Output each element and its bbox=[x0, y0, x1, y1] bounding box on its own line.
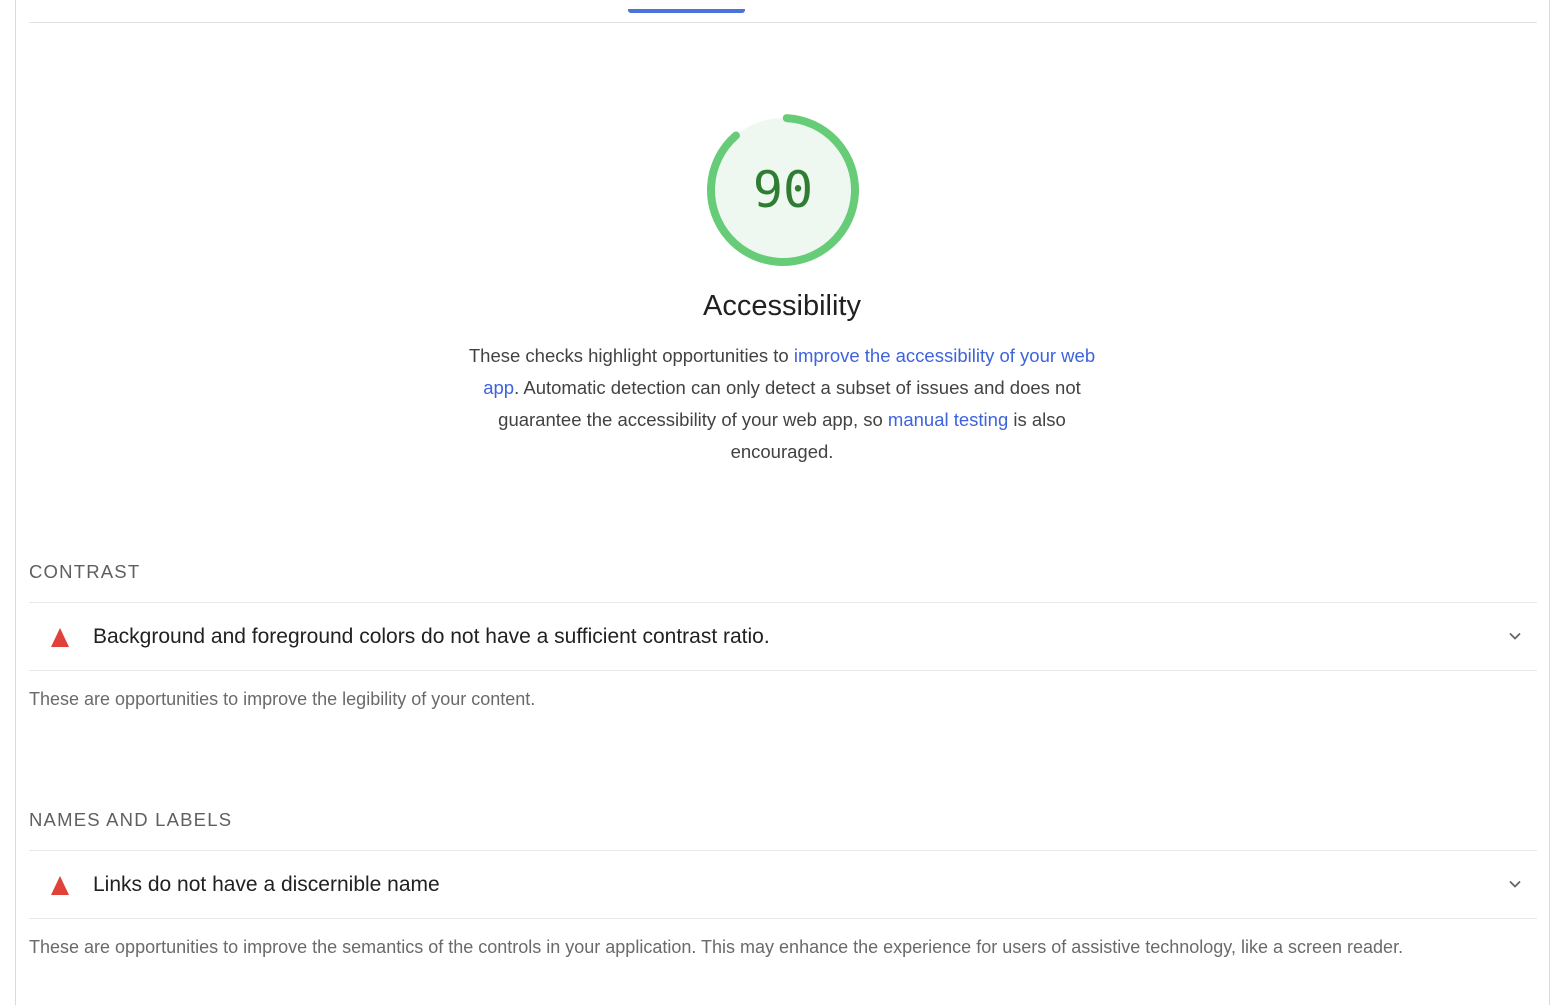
audit-link-name[interactable]: Links do not have a discernible name bbox=[29, 850, 1537, 919]
chevron-down-icon[interactable] bbox=[1507, 628, 1523, 644]
fail-triangle-icon bbox=[51, 876, 69, 895]
description-text: These checks highlight opportunities to bbox=[468, 345, 794, 366]
fail-triangle-icon bbox=[51, 628, 69, 647]
group-description-names-and-labels: These are opportunities to improve the s… bbox=[29, 937, 1404, 957]
category-title: Accessibility bbox=[703, 290, 861, 322]
chevron-down-icon[interactable] bbox=[1507, 876, 1523, 892]
manual-testing-link[interactable]: manual testing bbox=[888, 409, 1008, 430]
audit-title: Background and foreground colors do not … bbox=[93, 625, 770, 648]
category-description: These checks highlight opportunities to … bbox=[462, 340, 1102, 468]
group-heading-contrast: CONTRAST bbox=[29, 561, 141, 582]
lighthouse-report: 90 Accessibility These checks highlight … bbox=[0, 0, 1564, 1005]
group-description-contrast: These are opportunities to improve the l… bbox=[29, 689, 536, 709]
report-frame-right-border bbox=[1549, 0, 1550, 1005]
audit-title: Links do not have a discernible name bbox=[93, 873, 440, 896]
report-frame-left-border bbox=[15, 0, 16, 1005]
accessibility-score-gauge[interactable]: 90 bbox=[703, 110, 863, 270]
top-divider bbox=[29, 22, 1537, 23]
group-heading-names-and-labels: NAMES AND LABELS bbox=[29, 809, 233, 830]
score-value: 90 bbox=[752, 161, 814, 219]
active-tab-indicator[interactable] bbox=[628, 9, 745, 13]
audit-color-contrast[interactable]: Background and foreground colors do not … bbox=[29, 602, 1537, 671]
